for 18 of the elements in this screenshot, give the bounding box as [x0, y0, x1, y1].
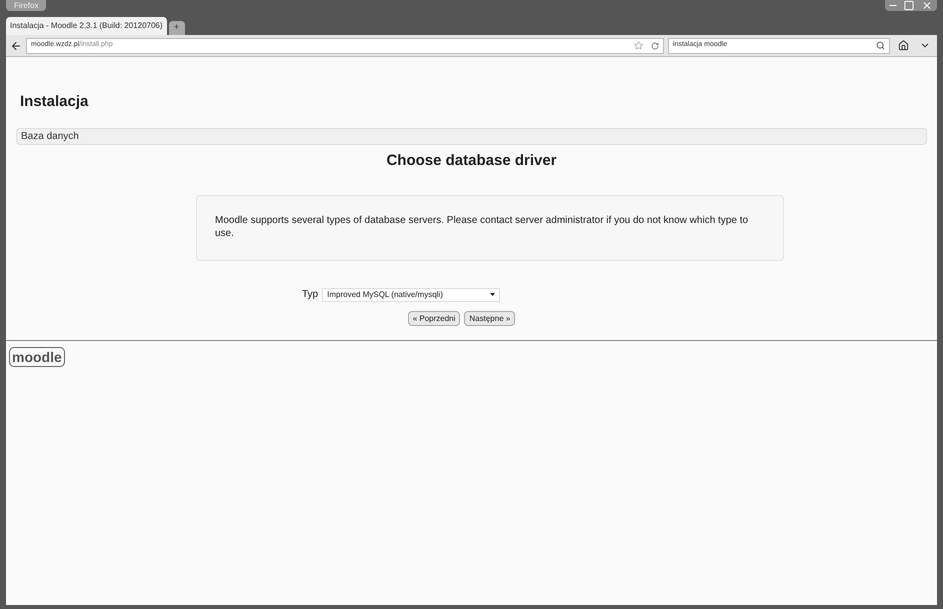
breadcrumb-bar: Baza danych: [16, 128, 927, 144]
previous-button[interactable]: « Poprzedni: [408, 311, 460, 326]
search-icon[interactable]: [876, 41, 885, 50]
database-type-dropdown[interactable]: Improved MySQL (native/mysqli): [322, 288, 500, 302]
back-icon[interactable]: [10, 40, 22, 52]
moodle-logo: moodle: [9, 347, 65, 367]
field-label: Typ: [302, 288, 318, 302]
new-tab-button[interactable]: +: [168, 21, 185, 35]
bookmark-star-icon[interactable]: [634, 41, 643, 50]
notice-box: Moodle supports several types of database servers. Please contact server administrator if you do not know which type to use.: [196, 195, 784, 261]
reload-icon[interactable]: [651, 42, 659, 50]
home-icon[interactable]: [898, 40, 909, 51]
next-button[interactable]: Następne »: [464, 311, 516, 326]
section-title: Choose database driver: [385, 150, 558, 170]
browser-tab[interactable]: Instalacja - Moodle 2.3.1 (Build: 20120706): [6, 17, 167, 35]
page-heading: Instalacja: [20, 92, 90, 112]
tab-title: Instalacja - Moodle 2.3.1 (Build: 20120706): [10, 20, 163, 32]
dropdown-arrow-icon: [490, 293, 496, 296]
